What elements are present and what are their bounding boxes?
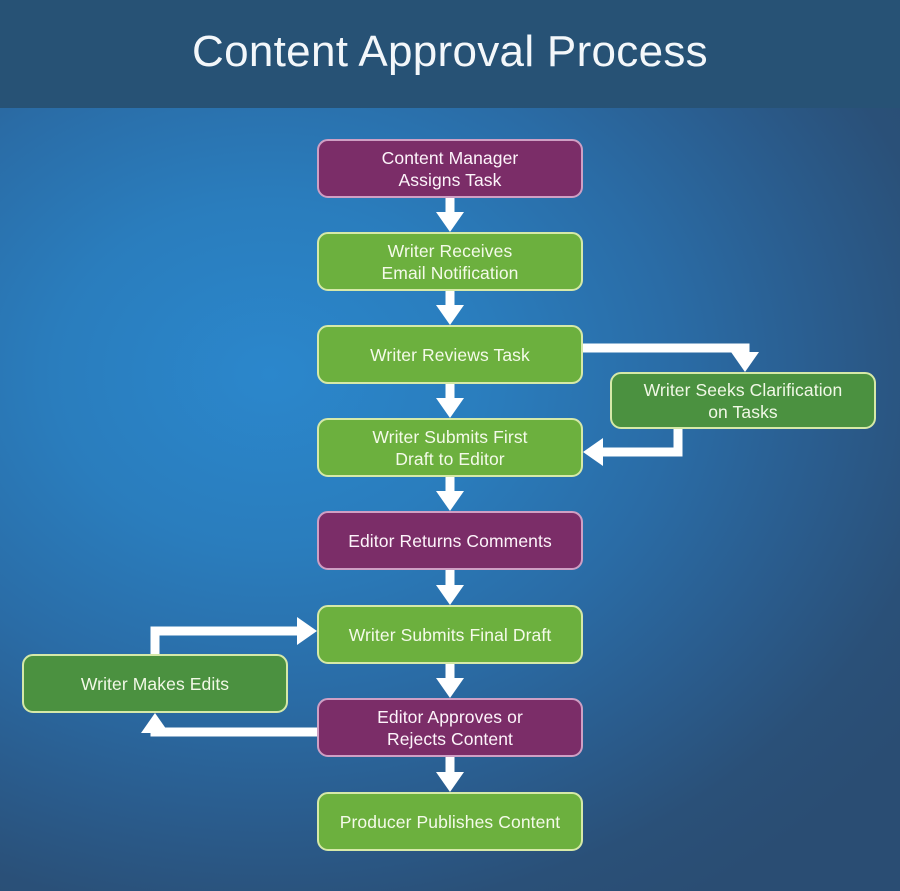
edge-seeks-clarification-to-first-draft [583,429,683,466]
edge-makes-edits-to-final-draft [150,617,317,654]
node-producer-publishes-content[interactable]: Producer Publishes Content [317,792,583,851]
edge-final-draft-to-editor-approves [436,664,464,698]
node-label: Writer Submits First Draft to Editor [372,426,528,469]
edge-reviews-task-to-first-draft [436,384,464,418]
page-title: Content Approval Process [192,27,708,76]
node-writer-reviews-task[interactable]: Writer Reviews Task [317,325,583,384]
edge-editor-comments-to-final-draft [436,570,464,605]
node-label: Writer Submits Final Draft [348,624,552,645]
node-label: Writer Makes Edits [80,673,230,694]
node-label: Writer Receives Email Notification [381,240,519,283]
node-editor-approves-or-rejects-content[interactable]: Editor Approves or Rejects Content [317,698,583,757]
node-writer-receives-email-notification[interactable]: Writer Receives Email Notification [317,232,583,291]
edge-reviews-task-to-seeks-clarification [583,343,759,372]
node-label: Editor Returns Comments [348,530,552,551]
node-writer-submits-final-draft[interactable]: Writer Submits Final Draft [317,605,583,664]
node-writer-makes-edits[interactable]: Writer Makes Edits [22,654,288,713]
edge-email-notification-to-reviews-task [436,291,464,325]
node-label: Content Manager Assigns Task [381,147,519,190]
node-editor-returns-comments[interactable]: Editor Returns Comments [317,511,583,570]
edge-first-draft-to-editor-comments [436,477,464,511]
node-content-manager-assigns-task[interactable]: Content Manager Assigns Task [317,139,583,198]
node-writer-seeks-clarification-on-tasks[interactable]: Writer Seeks Clarification on Tasks [610,372,876,429]
edge-assigns-task-to-email-notification [436,198,464,232]
flowchart-canvas: Content Approval Process Content Manager… [0,0,900,891]
edge-editor-approves-to-publishes-content [436,757,464,792]
node-label: Producer Publishes Content [339,811,561,832]
node-writer-submits-first-draft-to-editor[interactable]: Writer Submits First Draft to Editor [317,418,583,477]
node-label: Writer Seeks Clarification on Tasks [643,379,843,422]
header-band: Content Approval Process [0,0,900,108]
node-label: Writer Reviews Task [370,344,530,365]
node-label: Editor Approves or Rejects Content [377,706,523,749]
edge-editor-approves-to-makes-edits [141,713,317,737]
